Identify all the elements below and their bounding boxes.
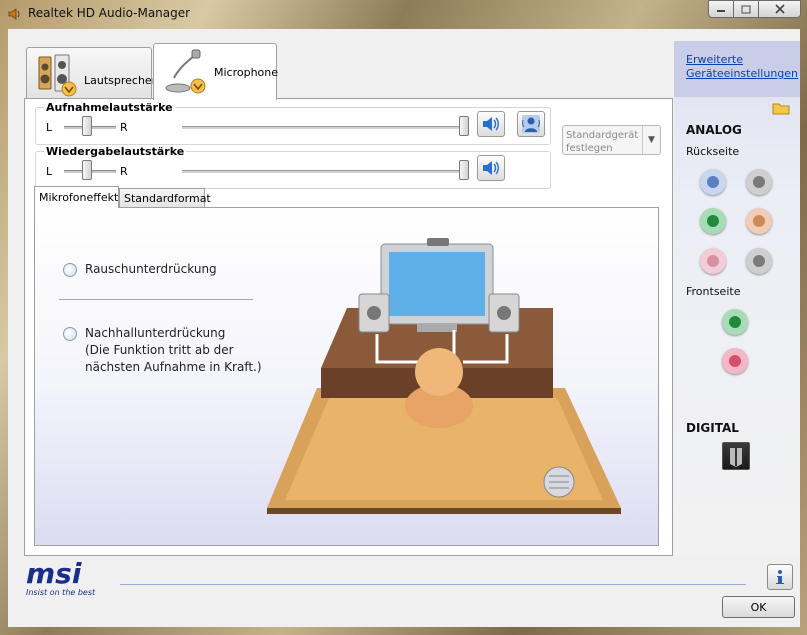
rear-jack-blue[interactable] (700, 169, 726, 195)
digital-heading: DIGITAL (686, 421, 739, 435)
maximize-icon (741, 4, 751, 14)
microphone-icon (165, 49, 206, 94)
room-illustration (267, 238, 621, 514)
rear-jack-gray-2[interactable] (746, 248, 772, 274)
msi-logo: msi Insist on the best (26, 559, 96, 597)
set-default-device-dropdown[interactable]: Standardgerät festlegen ▼ (562, 125, 661, 155)
rear-panel-label: Rückseite (686, 145, 740, 158)
tab-speakers-label: Lautsprecher (84, 74, 157, 87)
rear-jack-green[interactable] (700, 208, 726, 234)
front-jack-green[interactable] (722, 309, 748, 335)
footer-divider (120, 584, 746, 585)
tab-microphone-label: Microphone (214, 66, 279, 79)
playback-volume-slider[interactable] (459, 160, 469, 180)
ok-button[interactable]: OK (722, 596, 795, 618)
recording-volume-group: Aufnahmelautstärke L R (35, 101, 551, 145)
playback-volume-title: Wiedergabelautstärke (44, 145, 187, 158)
echo-suppression-text: Nachhallunterdrückung (85, 326, 226, 340)
echo-suppression-radio[interactable] (63, 327, 77, 341)
front-panel-label: Frontseite (686, 285, 741, 298)
speakers-icon (38, 54, 77, 97)
balance-right-label: R (120, 121, 128, 134)
chevron-down-icon: ▼ (642, 126, 660, 154)
advanced-device-settings-link[interactable]: Erweiterte Geräteeinstellungen (686, 53, 798, 81)
tab-default-format[interactable]: Standardformat (119, 188, 211, 207)
close-icon (774, 4, 785, 14)
window-client-area: Lautsprecher Microphone Aufnahmelautstär… (8, 29, 800, 627)
echo-suppression-label: Nachhallunterdrückung (Die Funktion trit… (85, 325, 262, 376)
balance-left-label: L (46, 165, 53, 178)
playback-balance-slider[interactable] (82, 160, 92, 180)
echo-suppression-note: nächsten Aufnahme in Kraft.) (85, 360, 262, 374)
advanced-link-text: Erweiterte (686, 53, 743, 66)
speaker-icon (8, 8, 20, 20)
minimize-button[interactable] (708, 0, 734, 18)
advanced-link-text: Geräteeinstellungen (686, 67, 799, 80)
recording-volume-slider[interactable] (459, 116, 469, 136)
rear-jack-gray[interactable] (746, 169, 772, 195)
close-button[interactable] (758, 0, 801, 18)
volume-icon (483, 161, 499, 175)
recording-volume-title: Aufnahmelautstärke (44, 101, 175, 114)
balance-right-label: R (120, 165, 128, 178)
folder-icon[interactable] (772, 101, 790, 115)
recording-device-button[interactable] (517, 111, 545, 137)
desktop-background: Realtek HD Audio-Manager Lautsprecher Mi… (0, 0, 807, 635)
spdif-icon (730, 448, 742, 467)
playback-volume-group: Wiedergabelautstärke L R (35, 145, 551, 189)
analog-heading: ANALOG (686, 123, 742, 137)
tab-microphone-effects-label: Mikrofoneffekt (39, 191, 119, 204)
minimize-icon (717, 10, 725, 12)
maximize-button[interactable] (733, 0, 759, 18)
balance-left-label: L (46, 121, 53, 134)
window-title: Realtek HD Audio-Manager (28, 6, 191, 20)
noise-suppression-radio[interactable] (63, 263, 77, 277)
recording-volume-track (182, 126, 468, 129)
recording-balance-slider[interactable] (82, 116, 92, 136)
digital-output-icon[interactable] (722, 442, 750, 470)
device-advanced-panel: Erweiterte Geräteeinstellungen ANALOG Rü… (674, 41, 800, 557)
microphone-panel: Aufnahmelautstärke L R Wiedergabelautstä… (24, 98, 673, 556)
front-jack-pink[interactable] (722, 348, 748, 374)
tab-default-format-label: Standardformat (124, 191, 211, 205)
playback-volume-track (182, 170, 468, 173)
recording-mute-button[interactable] (477, 111, 505, 137)
info-icon (776, 570, 784, 584)
playback-mute-button[interactable] (477, 155, 505, 181)
noise-suppression-label: Rauschunterdrückung (85, 262, 217, 276)
tab-microphone[interactable]: Microphone (153, 43, 279, 100)
echo-suppression-note: (Die Funktion tritt ab der (85, 343, 234, 357)
rear-jack-pink[interactable] (700, 248, 726, 274)
separator (59, 299, 253, 300)
msi-tagline: Insist on the best (26, 588, 96, 597)
recording-person-icon (522, 115, 540, 133)
rear-jack-orange[interactable] (746, 208, 772, 234)
tab-microphone-effects[interactable]: Mikrofoneffekt (34, 186, 119, 208)
volume-icon (483, 117, 499, 131)
title-bar[interactable]: Realtek HD Audio-Manager (0, 0, 807, 28)
effects-panel: Rauschunterdrückung Nachhallunterdrückun… (34, 207, 659, 546)
tab-speakers[interactable]: Lautsprecher (26, 47, 156, 99)
msi-brand-text: msi (26, 559, 82, 590)
set-default-device-label: Standardgerät festlegen (566, 130, 639, 154)
info-button[interactable] (767, 564, 793, 590)
